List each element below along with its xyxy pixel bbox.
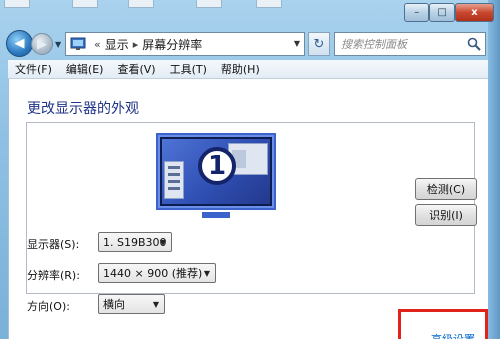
breadcrumb-overflow[interactable]: « [94,38,101,51]
monitor-stand [202,212,230,218]
recent-pages-dropdown[interactable]: ▼ [55,40,61,49]
breadcrumb-separator[interactable]: ▸ [133,38,139,51]
chevron-down-icon: ▼ [203,269,210,278]
breadcrumb-screen-resolution[interactable]: 屏幕分辨率 [142,36,202,53]
display-preview: 1 检测(C) 识别(I) [26,122,477,294]
tab-thumb[interactable] [128,0,154,8]
address-dropdown-icon[interactable]: ▼ [294,39,300,48]
menu-help[interactable]: 帮助(H) [214,61,267,77]
orientation-label: 方向(O): [27,300,70,313]
monitor-screen: 1 [162,139,270,204]
breadcrumb-display[interactable]: 显示 [105,36,129,53]
menu-file[interactable]: 文件(F) [8,61,59,77]
menu-tools[interactable]: 工具(T) [163,61,214,77]
address-bar[interactable]: « 显示 ▸ 屏幕分辨率 ▼ [65,32,305,56]
menu-bar: 文件(F) 编辑(E) 查看(V) 工具(T) 帮助(H) [8,60,488,79]
resolution-select[interactable]: 1440 × 900 (推荐) ▼ [98,263,216,283]
tab-thumb[interactable] [256,0,282,8]
resolution-label: 分辨率(R): [27,269,80,282]
monitor-1[interactable]: 1 [156,133,276,210]
control-panel-icon [70,37,86,50]
orientation-select[interactable]: 横向 ▼ [98,294,165,314]
chevron-down-icon: ▼ [152,300,159,309]
chevron-down-icon: ▼ [159,238,166,247]
navigation-bar: ◀ ▶ ▼ « 显示 ▸ 屏幕分辨率 ▼ ↻ 搜索控制面板 [0,28,500,60]
minimize-button[interactable]: – [404,3,430,22]
display-value: 1. S19B300 [103,235,167,249]
window-thumbnail [164,161,184,199]
tab-thumb[interactable] [72,0,98,8]
resolution-value: 1440 × 900 (推荐) [103,267,203,280]
content-pane: 更改显示器的外观 1 检测(C) 识别(I) 显示器(S): 1. S19B30… [8,79,488,339]
tab-thumb[interactable] [196,0,222,8]
refresh-button[interactable]: ↻ [308,32,330,56]
tab-thumb[interactable] [4,0,30,8]
advanced-settings-link[interactable]: 高级设置 [431,331,475,339]
page-title: 更改显示器的外观 [27,101,139,117]
back-button[interactable]: ◀ [6,30,33,57]
window-caption-buttons: – □ x [404,3,494,22]
taskbar-tabs [0,0,300,12]
menu-edit[interactable]: 编辑(E) [59,61,111,77]
detect-button[interactable]: 检测(C) [415,178,477,200]
close-button[interactable]: x [454,3,494,22]
display-select[interactable]: 1. S19B300 ▼ [98,232,172,252]
monitor-number-badge: 1 [198,147,236,185]
search-icon[interactable] [467,37,481,51]
forward-button[interactable]: ▶ [31,33,53,55]
search-input[interactable]: 搜索控制面板 [334,32,486,56]
menu-view[interactable]: 查看(V) [110,61,162,77]
search-placeholder: 搜索控制面板 [341,38,407,51]
maximize-button[interactable]: □ [429,3,455,22]
orientation-value: 横向 [103,298,125,311]
identify-button[interactable]: 识别(I) [415,204,477,226]
display-label: 显示器(S): [27,238,80,251]
